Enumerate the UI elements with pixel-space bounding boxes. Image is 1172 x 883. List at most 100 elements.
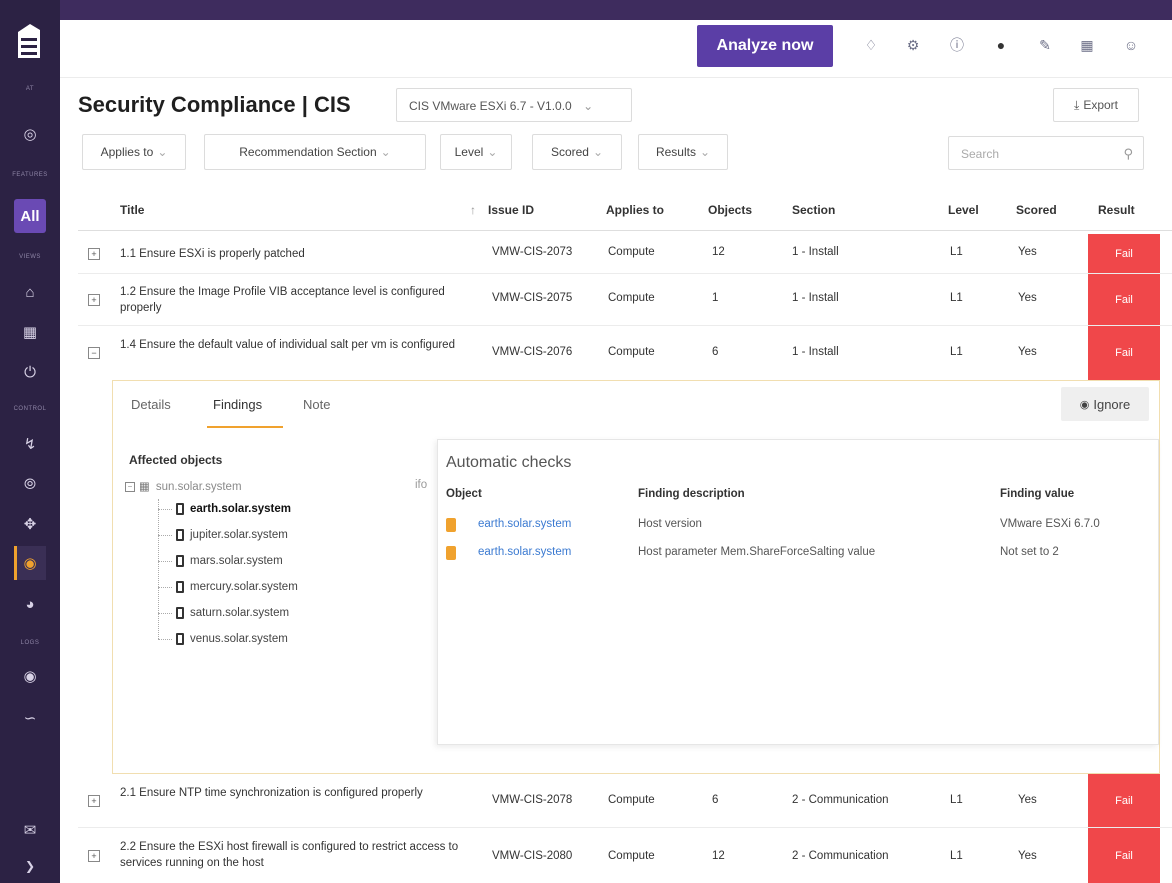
- row-level: L1: [950, 346, 963, 358]
- table-row[interactable]: + 1.1 Ensure ESXi is properly patched VM…: [78, 234, 1172, 274]
- column-header-title[interactable]: Title: [120, 203, 144, 217]
- help-icon[interactable]: ⓘ: [948, 36, 966, 54]
- expand-icon[interactable]: +: [88, 795, 100, 807]
- tab-details[interactable]: Details: [131, 397, 171, 412]
- table-row[interactable]: + 1.2 Ensure the Image Profile VIB accep…: [78, 274, 1172, 326]
- table-row[interactable]: + 2.2 Ensure the ESXi host firewall is c…: [78, 828, 1172, 883]
- tree-item-label: venus.solar.system: [190, 633, 288, 646]
- check-object-link[interactable]: earth.solar.system: [478, 518, 571, 530]
- settings-icon[interactable]: ⚙: [904, 36, 922, 54]
- tree-item-mars[interactable]: mars.solar.system: [158, 555, 283, 567]
- expand-icon[interactable]: +: [88, 850, 100, 862]
- filter-recommendation-section[interactable]: Recommendation Section ⌄: [204, 134, 426, 170]
- collapse-icon[interactable]: −: [88, 347, 100, 359]
- result-badge: Fail: [1088, 234, 1160, 273]
- sidebar-caption: FEATURES: [12, 172, 48, 178]
- checks-header-object: Object: [446, 488, 482, 500]
- check-value: Not set to 2: [1000, 546, 1059, 558]
- sidebar-caption: LOGS: [20, 640, 40, 646]
- row-title: 1.1 Ensure ESXi is properly patched: [120, 248, 305, 260]
- row-title: 2.2 Ensure the ESXi host firewall is con…: [120, 841, 459, 869]
- host-icon: [176, 555, 184, 567]
- sidebar-caption: VIEWS: [19, 254, 41, 260]
- search-input[interactable]: Search ⚲: [948, 136, 1144, 170]
- tab-note[interactable]: Note: [303, 397, 330, 412]
- app-logo[interactable]: [16, 22, 42, 60]
- host-warning-icon: [446, 518, 456, 532]
- benchmark-select[interactable]: CIS VMware ESXi 6.7 - V1.0.0 ⌄: [396, 88, 632, 122]
- row-section: 2 - Communication: [792, 850, 889, 862]
- mail-icon[interactable]: ✉: [20, 820, 40, 840]
- tree-item-venus[interactable]: venus.solar.system: [158, 633, 288, 645]
- sort-icon[interactable]: ↑: [470, 203, 476, 217]
- grid-icon[interactable]: ▦: [1078, 36, 1096, 54]
- row-scored: Yes: [1018, 292, 1037, 304]
- filter-results[interactable]: Results ⌄: [638, 134, 728, 170]
- tree-item-label: jupiter.solar.system: [190, 529, 288, 542]
- collapse-icon[interactable]: −: [125, 481, 135, 492]
- filter-label: Results: [655, 145, 696, 159]
- search-placeholder: Search: [961, 147, 1000, 161]
- bell-icon[interactable]: ♢: [862, 36, 880, 54]
- user-icon[interactable]: ☺: [1122, 36, 1140, 54]
- ignore-button[interactable]: ◉ Ignore: [1061, 387, 1149, 421]
- tree-item-mercury[interactable]: mercury.solar.system: [158, 581, 298, 593]
- trend-icon[interactable]: ∽: [20, 708, 40, 728]
- row-section: 1 - Install: [792, 246, 839, 258]
- tree-root-tag: ifo: [415, 479, 428, 491]
- column-header-issue-id[interactable]: Issue ID: [488, 203, 534, 217]
- compass-icon[interactable]: ⦾: [20, 474, 40, 494]
- tree-item-saturn[interactable]: saturn.solar.system: [158, 607, 289, 619]
- chevron-right-icon[interactable]: ❯: [20, 856, 40, 876]
- host-icon: [176, 607, 184, 619]
- tree-item-earth[interactable]: earth.solar.system: [158, 503, 291, 515]
- shield-icon[interactable]: ◉: [20, 553, 40, 573]
- table-row-expanded[interactable]: − 1.4 Ensure the default value of indivi…: [78, 326, 1172, 380]
- power-icon[interactable]: ⏻: [20, 362, 40, 382]
- filter-label: Level: [454, 145, 484, 159]
- check-object-link[interactable]: earth.solar.system: [478, 546, 571, 558]
- filter-label: Scored: [550, 145, 589, 159]
- export-button[interactable]: ⤓ Export: [1053, 88, 1139, 122]
- row-objects: 1: [712, 292, 719, 304]
- chat-icon[interactable]: ●: [992, 36, 1010, 54]
- globe-icon[interactable]: ◎: [20, 124, 40, 144]
- table-header-divider: [78, 230, 1172, 231]
- tree-item-label: earth.solar.system: [190, 503, 292, 516]
- sidebar-item-all[interactable]: All: [14, 199, 46, 233]
- tree-item-jupiter[interactable]: jupiter.solar.system: [158, 529, 288, 541]
- row-objects: 12: [712, 850, 725, 862]
- checks-header-value: Finding value: [1000, 488, 1075, 500]
- tab-findings[interactable]: Findings: [213, 397, 262, 412]
- table-row[interactable]: + 2.1 Ensure NTP time synchronization is…: [78, 774, 1172, 828]
- filter-level[interactable]: Level ⌄: [440, 134, 512, 170]
- eye-off-icon: ◉: [1079, 398, 1090, 411]
- home-icon[interactable]: ⌂: [20, 282, 40, 302]
- analyze-now-button[interactable]: Analyze now: [697, 25, 833, 67]
- calendar-icon[interactable]: ▦: [20, 322, 40, 342]
- tree-root[interactable]: − ▦ sun.solar.system ifo: [125, 479, 427, 493]
- speed-icon[interactable]: ◕: [20, 594, 40, 614]
- column-header-objects[interactable]: Objects: [708, 203, 752, 217]
- chevron-down-icon: ⌄: [699, 145, 711, 159]
- finding-detail-panel: Details Findings Note ◉ Ignore Affected …: [112, 380, 1160, 774]
- expand-icon[interactable]: +: [88, 248, 100, 260]
- filter-applies-to[interactable]: Applies to ⌄: [82, 134, 186, 170]
- filter-scored[interactable]: Scored ⌄: [532, 134, 622, 170]
- row-section: 1 - Install: [792, 346, 839, 358]
- expand-icon[interactable]: +: [88, 294, 100, 306]
- column-header-result[interactable]: Result: [1098, 203, 1135, 217]
- tools-icon[interactable]: ✎: [1036, 36, 1054, 54]
- row-title: 2.1 Ensure NTP time synchronization is c…: [120, 787, 423, 799]
- row-section: 2 - Communication: [792, 794, 889, 806]
- chevron-down-icon: ⌄: [380, 145, 391, 159]
- move-icon[interactable]: ✥: [20, 514, 40, 534]
- row-level: L1: [950, 246, 963, 258]
- column-header-applies-to[interactable]: Applies to: [606, 203, 664, 217]
- column-header-section[interactable]: Section: [792, 203, 835, 217]
- lightning-icon[interactable]: ↯: [20, 434, 40, 454]
- eye-icon[interactable]: ◉: [20, 666, 40, 686]
- column-header-scored[interactable]: Scored: [1016, 203, 1057, 217]
- result-badge: Fail: [1088, 828, 1160, 883]
- column-header-level[interactable]: Level: [948, 203, 979, 217]
